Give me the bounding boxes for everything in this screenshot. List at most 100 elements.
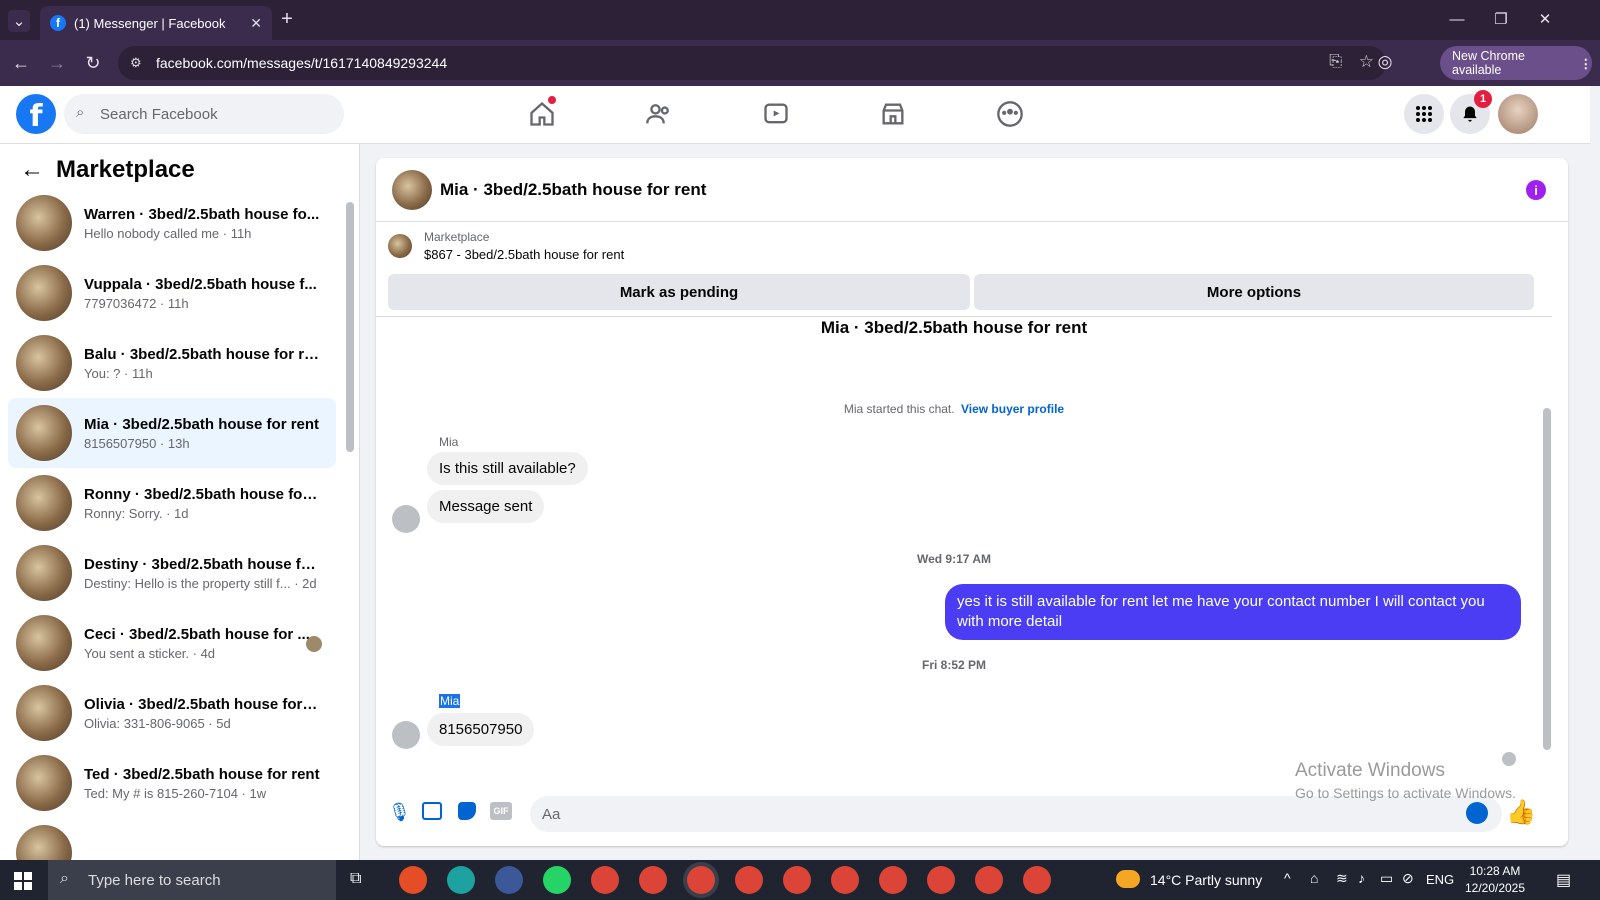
restore-icon[interactable]: ❐ xyxy=(1490,8,1512,30)
groups-icon[interactable] xyxy=(992,96,1028,132)
facebook-logo-icon[interactable]: f xyxy=(16,94,56,134)
clock-time[interactable]: 10:28 AM xyxy=(1460,864,1530,878)
chrome-profile-icon[interactable] xyxy=(783,866,811,894)
bookmark-star-icon[interactable]: ☆ xyxy=(1359,52,1374,72)
gif-icon[interactable]: GIF xyxy=(490,802,512,820)
listing-thumbnail xyxy=(16,335,72,391)
install-app-icon[interactable]: ⎘ xyxy=(1329,53,1342,71)
home-icon[interactable] xyxy=(524,96,560,132)
network-icon[interactable]: ⌂ xyxy=(1310,870,1318,886)
close-tab-icon[interactable]: ✕ xyxy=(250,15,262,32)
listing-detail[interactable]: $867 - 3bed/2.5bath house for rent xyxy=(424,247,624,262)
weather-text[interactable]: 14°C Partly sunny xyxy=(1150,872,1262,888)
close-window-icon[interactable]: ✕ xyxy=(1534,8,1556,30)
reload-icon[interactable]: ↻ xyxy=(82,52,104,74)
more-options-button[interactable]: More options xyxy=(974,274,1534,310)
vpn-icon[interactable]: ⊘ xyxy=(1402,870,1414,887)
back-arrow-icon[interactable]: ← xyxy=(20,156,44,184)
menu-grid-icon[interactable] xyxy=(1404,94,1444,134)
microphone-icon[interactable]: 🎙 xyxy=(388,802,411,823)
windows-start-icon[interactable] xyxy=(14,872,32,890)
chat-header: Mia · 3bed/2.5bath house for rent i xyxy=(376,158,1568,222)
tab-list-icon[interactable]: ⌄ xyxy=(8,10,30,32)
new-tab-icon[interactable]: + xyxy=(276,8,298,30)
back-icon[interactable]: ← xyxy=(10,52,32,74)
account-avatar[interactable] xyxy=(1498,94,1538,134)
chrome-profile-icon[interactable] xyxy=(831,866,859,894)
conversation-item[interactable]: Destiny · 3bed/2.5bath house fo... Destin… xyxy=(8,538,336,608)
chat-header-title[interactable]: Mia · 3bed/2.5bath house for rent xyxy=(440,180,706,200)
message-bubble[interactable]: 8156507950 xyxy=(427,713,535,746)
conversation-preview: Ted: My # is 815-260-7104 · 1w xyxy=(84,785,267,801)
whatsapp-icon[interactable] xyxy=(543,866,571,894)
sidebar-scrollbar[interactable] xyxy=(346,202,354,452)
battery-icon[interactable]: ▭ xyxy=(1380,870,1393,887)
menu-kebab-icon[interactable]: ⋮ xyxy=(1580,56,1593,71)
clock-date[interactable]: 12/20/2025 xyxy=(1456,881,1534,895)
divider xyxy=(376,316,1552,317)
listing-thumbnail xyxy=(16,265,72,321)
browser-tab[interactable]: f (1) Messenger | Facebook ✕ xyxy=(40,6,272,40)
tray-chevron-icon[interactable]: ^ xyxy=(1284,870,1291,886)
search-facebook-input[interactable]: ⌕ Search Facebook xyxy=(64,94,344,134)
conversation-item[interactable]: Ronny · 3bed/2.5bath house for ... Ronny:… xyxy=(8,468,336,538)
mark-as-pending-button[interactable]: Mark as pending xyxy=(388,274,970,310)
chat-scrollbar[interactable] xyxy=(1543,408,1551,750)
chrome-profile-icon[interactable] xyxy=(735,866,763,894)
message-bubble[interactable]: Message sent xyxy=(427,490,545,523)
friends-icon[interactable] xyxy=(641,96,677,132)
chrome-profile-icon-active[interactable] xyxy=(687,866,715,894)
like-thumbs-up-icon[interactable]: 👍 xyxy=(1506,798,1536,827)
conversation-item[interactable]: Balu · 3bed/2.5bath house for re... You: … xyxy=(8,328,336,398)
chrome-profile-icon[interactable] xyxy=(975,866,1003,894)
conversation-item[interactable]: Vuppala · 3bed/2.5bath house f... 7797036… xyxy=(8,258,336,328)
conversation-item-selected[interactable]: Mia · 3bed/2.5bath house for rent 8156507… xyxy=(8,398,336,468)
conversation-item[interactable]: Ceci · 3bed/2.5bath house for ... You sen… xyxy=(8,608,336,678)
sticker-icon[interactable] xyxy=(458,802,476,820)
sender-avatar[interactable] xyxy=(392,721,420,749)
app-icon[interactable] xyxy=(495,866,523,894)
sender-avatar[interactable] xyxy=(392,505,420,533)
chrome-profile-icon[interactable] xyxy=(1023,866,1051,894)
url-bar[interactable]: ⚙ facebook.com/messages/t/16171408492932… xyxy=(118,46,1386,80)
chrome-profile-icon[interactable] xyxy=(927,866,955,894)
task-view-icon[interactable]: ⧉ xyxy=(350,870,361,888)
weather-icon[interactable] xyxy=(1116,870,1140,888)
conversation-name: Balu · 3bed/2.5bath house for re... xyxy=(84,345,320,363)
video-icon[interactable] xyxy=(758,96,794,132)
emoji-icon[interactable] xyxy=(1466,802,1488,824)
language-indicator[interactable]: ENG xyxy=(1426,872,1454,887)
chrome-profile-icon[interactable] xyxy=(639,866,667,894)
conversation-name: Ronny · 3bed/2.5bath house for ... xyxy=(84,485,320,503)
taskbar-search-box[interactable]: ⌕ Type here to search xyxy=(48,860,336,900)
photo-icon[interactable] xyxy=(422,802,442,820)
my-message-bubble[interactable]: yes it is still available for rent let m… xyxy=(945,584,1521,640)
profile-icon[interactable]: ◎ xyxy=(1374,51,1396,73)
conversation-item[interactable]: Olivia · 3bed/2.5bath house for r... Oliv… xyxy=(8,678,336,748)
forward-icon[interactable]: → xyxy=(46,52,68,74)
marketplace-icon[interactable] xyxy=(875,96,911,132)
new-chrome-available-button[interactable]: New Chrome available ⋮ xyxy=(1440,46,1592,80)
listing-avatar[interactable] xyxy=(392,170,432,210)
message-input[interactable]: Aa xyxy=(530,796,1502,832)
message-bubble[interactable]: Is this still available? xyxy=(427,452,588,485)
notification-badge: 1 xyxy=(1474,90,1492,108)
wifi-icon[interactable]: ≋ xyxy=(1336,870,1348,887)
conversation-item[interactable]: Ted · 3bed/2.5bath house for rent Ted: My… xyxy=(8,748,336,818)
minimize-icon[interactable]: — xyxy=(1446,8,1468,30)
conversation-item[interactable] xyxy=(8,818,336,860)
view-buyer-profile-link[interactable]: View buyer profile xyxy=(961,402,1064,416)
conversation-item[interactable]: Warren · 3bed/2.5bath house fo... Hello n… xyxy=(8,188,336,258)
edge-app-icon[interactable] xyxy=(447,866,475,894)
volume-icon[interactable]: ♪ xyxy=(1358,870,1365,886)
chrome-profile-icon[interactable] xyxy=(591,866,619,894)
site-info-icon[interactable]: ⚙ xyxy=(130,55,142,71)
conversation-name: Vuppala · 3bed/2.5bath house f... xyxy=(84,275,317,293)
search-icon: ⌕ xyxy=(60,870,69,887)
chrome-app-icon[interactable] xyxy=(399,866,427,894)
notification-center-icon[interactable]: ▤ xyxy=(1556,870,1571,890)
notifications-bell-icon[interactable]: 1 xyxy=(1450,90,1492,134)
info-icon[interactable]: i xyxy=(1526,180,1546,200)
chrome-profile-icon[interactable] xyxy=(879,866,907,894)
chat-started-notice: Mia started this chat. View buyer profil… xyxy=(376,402,1532,416)
